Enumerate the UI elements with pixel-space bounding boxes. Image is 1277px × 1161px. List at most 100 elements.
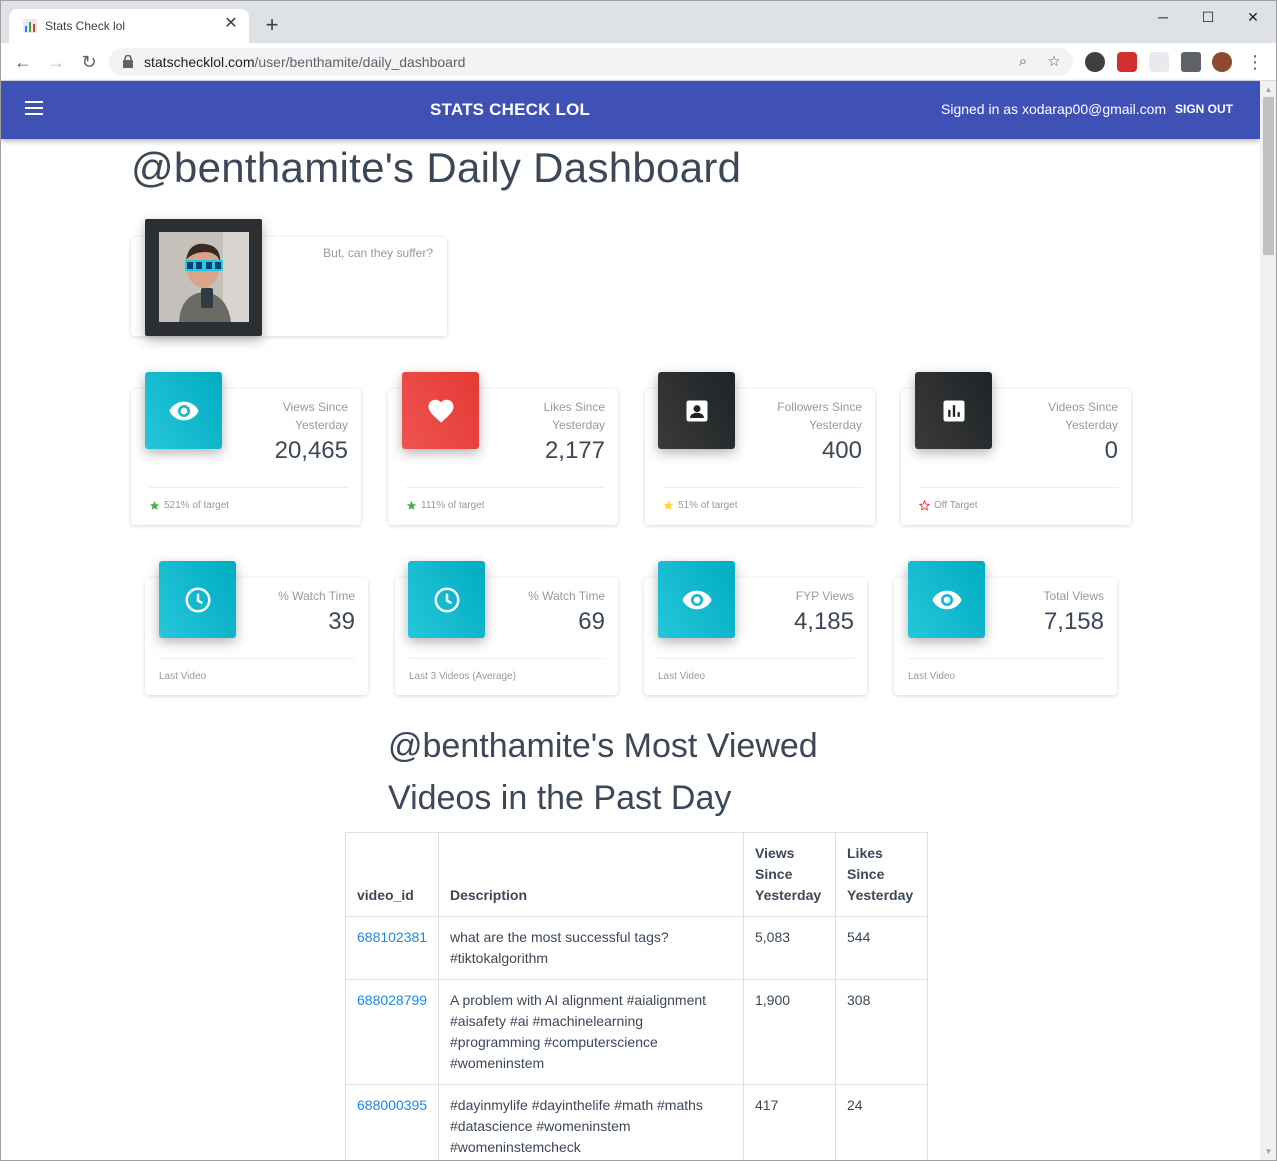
- stat-category: Followers Since Yesterday: [777, 398, 862, 434]
- stat-value: 20,465: [274, 437, 348, 464]
- video-id-link[interactable]: 6881023815: [357, 927, 427, 948]
- url-text: statschecklol.com/user/benthamite/daily_…: [144, 54, 465, 70]
- eye-icon: [931, 590, 962, 609]
- stat-footer: Last Video: [159, 671, 207, 682]
- maximize-button[interactable]: ☐: [1186, 5, 1230, 29]
- stat-category: % Watch Time: [278, 589, 355, 603]
- url-host: statschecklol.com: [144, 54, 255, 70]
- stat-category-line1: Videos Since: [1048, 400, 1118, 414]
- card-divider: [658, 658, 854, 659]
- video-id-cell: 6880003955: [345, 1084, 439, 1160]
- videos-table: video_id Description Views Since Yesterd…: [345, 832, 928, 1160]
- profile-avatar-icon[interactable]: [1212, 52, 1232, 72]
- stat-value: 7,158: [1043, 608, 1104, 635]
- description-cell: A problem with AI alignment #aialignment…: [438, 979, 744, 1085]
- stat-category: Likes Since Yesterday: [544, 398, 605, 434]
- stat-category: % Watch Time: [528, 589, 605, 603]
- star-half-icon: [663, 500, 674, 510]
- card-divider: [406, 487, 605, 488]
- profile-bio: But, can they suffer?: [323, 246, 433, 260]
- scroll-down-arrow[interactable]: ▼: [1263, 1147, 1274, 1157]
- favicon-icon: [23, 19, 37, 33]
- videos-icon-box: [915, 372, 992, 449]
- stat-value: 400: [821, 437, 862, 464]
- profile-picture-frame: [145, 219, 262, 336]
- scroll-up-arrow[interactable]: ▲: [1263, 85, 1274, 95]
- section-title-line2: Videos in the Past Day: [388, 779, 732, 817]
- stat-value: 4,185: [793, 608, 854, 635]
- stat-category-line1: Likes Since: [543, 400, 605, 414]
- browser-menu-icon[interactable]: ⋮: [1243, 50, 1267, 74]
- heart-icon: [428, 399, 453, 423]
- browser-toolbar: ← → ↻ statschecklol.com/user/benthamite/…: [1, 43, 1276, 81]
- fyp-views-icon-box: [658, 561, 735, 638]
- minimize-button[interactable]: ─: [1141, 5, 1185, 29]
- bookmark-star-icon[interactable]: ☆: [1044, 52, 1064, 72]
- hamburger-menu-icon[interactable]: [25, 101, 43, 119]
- views-cell: 1,900: [743, 979, 836, 1085]
- reload-button[interactable]: ↻: [77, 50, 101, 74]
- likes-cell: 308: [835, 979, 928, 1085]
- video-id-link[interactable]: 6880287995: [357, 990, 427, 1011]
- sign-out-button[interactable]: SIGN OUT: [1175, 102, 1233, 116]
- extension-stats-icon[interactable]: [1149, 52, 1169, 72]
- stat-category: Total Views: [1043, 589, 1104, 603]
- video-id-cell: 6881023815: [345, 916, 439, 980]
- video-id-link[interactable]: 6880003955: [357, 1095, 427, 1116]
- new-tab-button[interactable]: +: [260, 14, 284, 38]
- stat-category: FYP Views: [795, 589, 854, 603]
- extension-lightbulb-icon[interactable]: [1085, 52, 1105, 72]
- tab-close-icon[interactable]: ✕: [221, 14, 241, 34]
- column-header-video-id: video_id: [345, 832, 439, 917]
- followers-icon-box: [658, 372, 735, 449]
- likes-cell: 24: [835, 1084, 928, 1160]
- stat-footer: Last Video: [908, 671, 956, 682]
- stat-category-line2: Yesterday: [295, 418, 348, 432]
- section-title-line1: @benthamite's Most Viewed: [388, 727, 818, 765]
- stat-footer-text: 51% of target: [678, 500, 738, 511]
- address-bar[interactable]: statschecklol.com/user/benthamite/daily_…: [109, 48, 1073, 76]
- back-button[interactable]: ←: [11, 50, 35, 74]
- stat-value: 39: [328, 608, 355, 635]
- page-title: @benthamite's Daily Dashboard: [131, 144, 742, 191]
- stat-footer: 51% of target: [663, 500, 737, 511]
- stat-category: Views Since Yesterday: [283, 398, 348, 434]
- forward-button[interactable]: →: [44, 50, 68, 74]
- eye-icon: [168, 401, 199, 420]
- stat-footer-text: Off Target: [934, 500, 978, 511]
- profile-photo: [159, 232, 249, 322]
- column-header-description: Description: [438, 832, 744, 917]
- card-divider: [919, 487, 1118, 488]
- stat-footer: 111% of target: [406, 500, 485, 511]
- stat-category-line1: Views Since: [282, 400, 348, 414]
- app-bar: STATS CHECK LOL Signed in as xodarap00@g…: [1, 81, 1260, 139]
- browser-window: Stats Check lol ✕ + ─ ☐ ✕ ← → ↻ statsche…: [0, 0, 1277, 1161]
- description-cell: #dayinmylife #dayinthelife #math #maths …: [438, 1084, 744, 1160]
- signed-in-text: Signed in as xodarap00@gmail.com: [941, 101, 1167, 117]
- extension-lastpass-icon[interactable]: [1117, 52, 1137, 72]
- scrollbar-thumb[interactable]: [1263, 97, 1274, 255]
- card-divider: [149, 487, 348, 488]
- watch-time-avg-icon-box: [408, 561, 485, 638]
- stat-footer: Last 3 Videos (Average): [409, 671, 516, 682]
- stat-category-line2: Yesterday: [809, 418, 862, 432]
- stat-footer-text: 521% of target: [164, 500, 230, 511]
- table-row: 6881023815 what are the most successful …: [345, 916, 928, 980]
- stat-footer: Off Target: [919, 500, 978, 511]
- video-id-cell: 6880287995: [345, 979, 439, 1085]
- description-cell: what are the most successful tags? #tikt…: [438, 916, 744, 980]
- views-cell: 5,083: [743, 916, 836, 980]
- column-header-views: Views Since Yesterday: [743, 832, 836, 917]
- window-close-button[interactable]: ✕: [1231, 5, 1275, 29]
- zoom-icon[interactable]: ⌕: [1013, 52, 1033, 72]
- star-outline-icon: [919, 500, 930, 511]
- app-title[interactable]: STATS CHECK LOL: [430, 100, 590, 120]
- browser-tab[interactable]: Stats Check lol ✕: [9, 9, 249, 43]
- stat-category-line2: Yesterday: [552, 418, 605, 432]
- extensions-puzzle-icon[interactable]: [1181, 52, 1201, 72]
- likes-cell: 544: [835, 916, 928, 980]
- likes-icon-box: [402, 372, 479, 449]
- stat-value: 0: [1104, 437, 1118, 464]
- stat-category: Videos Since Yesterday: [1048, 398, 1118, 434]
- stat-category-line1: Followers Since: [777, 400, 862, 414]
